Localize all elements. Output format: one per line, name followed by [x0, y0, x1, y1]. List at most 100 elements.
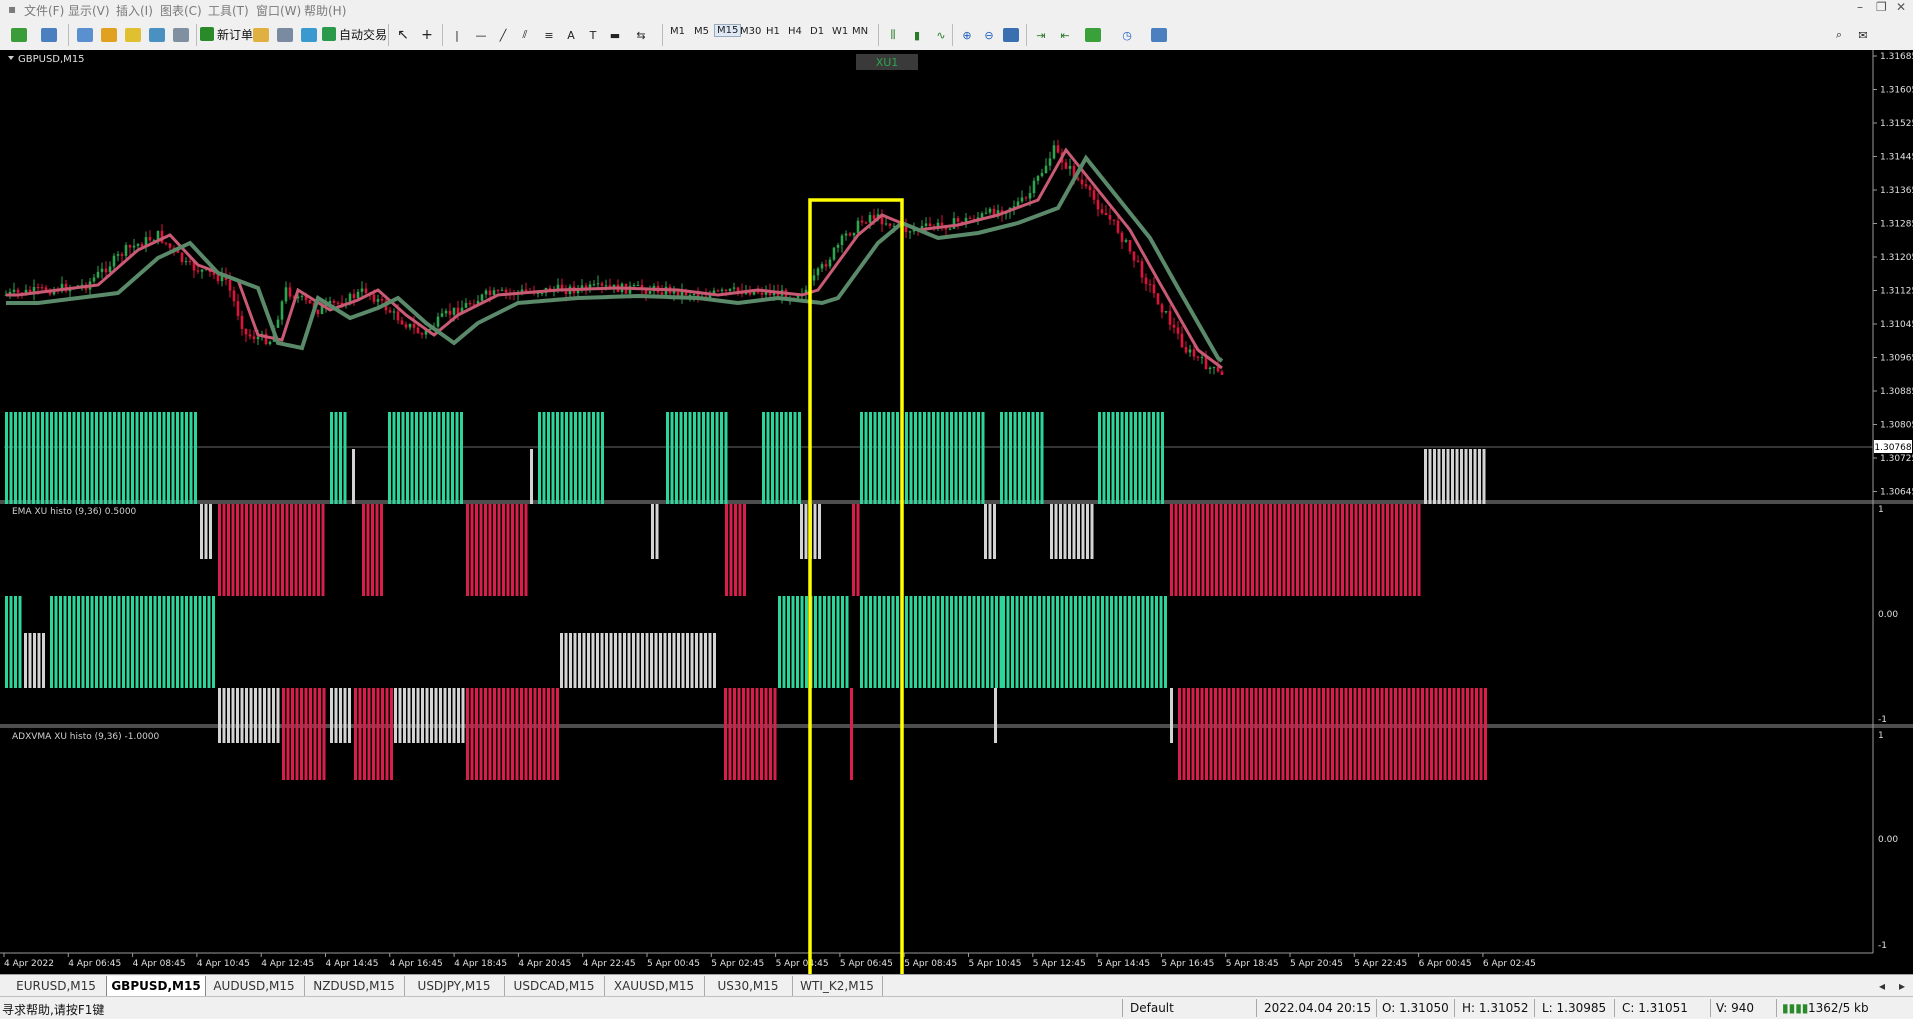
channel-icon[interactable]: ⫽: [514, 24, 536, 46]
signals-icon[interactable]: [274, 24, 296, 46]
histogram-bar: [1341, 504, 1344, 596]
fibonacci-icon[interactable]: ≡: [538, 24, 560, 46]
menu-insert[interactable]: 插入(I): [116, 2, 153, 19]
histogram-bar: [618, 633, 622, 688]
histogram-bar: [439, 688, 442, 743]
close-icon[interactable]: ✕: [1896, 0, 1906, 14]
chart-canvas[interactable]: 1.31685 1.31605 1.31525 1.31445 1.31365 1.312…: [0, 50, 1913, 1019]
histogram-bar: [596, 412, 600, 504]
histogram-bar: [1245, 688, 1249, 780]
zoom-in-icon[interactable]: ⊕: [956, 24, 978, 46]
histogram-bar: [684, 412, 687, 504]
histogram-bar: [1002, 596, 1005, 688]
strategy-tester-icon[interactable]: [170, 24, 192, 46]
histogram-bar: [1224, 504, 1227, 596]
new-chart-icon[interactable]: [8, 24, 30, 46]
histogram-bar: [1425, 688, 1429, 780]
navigator-icon[interactable]: [98, 24, 120, 46]
histogram-bar: [313, 688, 317, 780]
histogram-bar: [1313, 688, 1316, 780]
histogram-bar: [818, 504, 821, 559]
text-icon[interactable]: A: [560, 24, 582, 46]
tf-w1[interactable]: W1: [832, 26, 848, 37]
tf-m15[interactable]: M15: [714, 24, 742, 37]
candle-body: [288, 287, 292, 297]
text-label-icon[interactable]: T: [582, 24, 604, 46]
histogram-bar: [171, 412, 175, 504]
symbol-tabs: EURUSD,M15 GBPUSD,M15 AUDUSD,M15 NZDUSD,…: [0, 974, 1913, 997]
terminal-icon[interactable]: [146, 24, 168, 46]
histogram-bar: [1174, 504, 1178, 596]
auto-trading-button[interactable]: 自动交易: [322, 24, 387, 44]
tile-windows-icon[interactable]: [1000, 24, 1022, 46]
menu-file[interactable]: 文件(F): [24, 2, 64, 19]
tf-m5[interactable]: M5: [694, 26, 709, 37]
histogram-bar: [793, 412, 797, 504]
histogram-bar: [506, 688, 510, 780]
tf-h1[interactable]: H1: [766, 26, 780, 37]
tf-m1[interactable]: M1: [670, 26, 685, 37]
indicators-icon[interactable]: [1082, 24, 1104, 46]
histogram-bar: [981, 412, 985, 504]
histogram-bar: [14, 596, 17, 688]
zoom-out-icon[interactable]: ⊖: [978, 24, 1000, 46]
templates-icon[interactable]: [1148, 24, 1170, 46]
tab-gbpusd[interactable]: GBPUSD,M15: [106, 976, 206, 997]
tab-eurusd[interactable]: EURUSD,M15: [6, 976, 107, 996]
bar-chart-icon[interactable]: ⫼: [882, 24, 904, 46]
tab-us30[interactable]: US30,M15: [704, 976, 793, 996]
time-tick-label: 6 Apr 02:45: [1483, 959, 1536, 969]
data-window-icon[interactable]: [122, 24, 144, 46]
tabs-scroll-right-icon[interactable]: ▸: [1892, 976, 1912, 996]
tf-d1[interactable]: D1: [810, 26, 824, 37]
crosshair-icon[interactable]: +: [416, 24, 438, 46]
menu-view[interactable]: 显示(V): [68, 2, 110, 19]
new-order-button[interactable]: 新订单: [200, 24, 253, 44]
horizontal-line-icon[interactable]: —: [470, 24, 492, 46]
tabs-scroll-left-icon[interactable]: ◂: [1872, 976, 1892, 996]
line-chart-icon[interactable]: ∿: [930, 24, 952, 46]
tab-xauusd[interactable]: XAUUSD,M15: [604, 976, 705, 996]
tf-h4[interactable]: H4: [788, 26, 802, 37]
candle-body: [436, 316, 440, 327]
histogram-bar: [1443, 688, 1447, 780]
chart-window[interactable]: 1.31685 1.31605 1.31525 1.31445 1.31365 1.312…: [0, 50, 1913, 1019]
search-icon[interactable]: ⌕: [1828, 24, 1850, 46]
app-icon[interactable]: ▪: [8, 2, 16, 16]
cursor-icon[interactable]: ↖: [392, 24, 414, 46]
histogram-bar: [1161, 412, 1164, 504]
histogram-bar: [1389, 688, 1393, 780]
tf-m30[interactable]: M30: [740, 26, 761, 37]
histogram-bar: [896, 412, 899, 504]
restore-icon[interactable]: ❐: [1876, 0, 1887, 14]
tab-usdcad[interactable]: USDCAD,M15: [504, 976, 605, 996]
profiles-icon[interactable]: [38, 24, 60, 46]
menu-window[interactable]: 窗口(W): [256, 2, 301, 19]
minimize-icon[interactable]: –: [1857, 0, 1863, 14]
vertical-line-icon[interactable]: |: [446, 24, 468, 46]
auto-scroll-icon[interactable]: ⇥: [1030, 24, 1052, 46]
menu-tools[interactable]: 工具(T): [208, 2, 249, 19]
periods-icon[interactable]: ◷: [1116, 24, 1138, 46]
tf-mn[interactable]: MN: [852, 26, 868, 37]
tab-audusd[interactable]: AUDUSD,M15: [204, 976, 305, 996]
candlestick-icon[interactable]: ▮: [906, 24, 928, 46]
market-watch-icon[interactable]: [74, 24, 96, 46]
histogram-bar: [728, 688, 732, 780]
menu-charts[interactable]: 图表(C): [160, 2, 202, 19]
trendline-icon[interactable]: ╱: [492, 24, 514, 46]
histogram-bar: [773, 688, 777, 780]
community-icon[interactable]: [298, 24, 320, 46]
histogram-bar: [5, 596, 8, 688]
histogram-bar: [804, 504, 808, 559]
tab-usdjpy[interactable]: USDJPY,M15: [404, 976, 505, 996]
chat-icon[interactable]: ✉: [1852, 24, 1874, 46]
object-label-xu1[interactable]: XU1: [876, 56, 899, 69]
metaeditor-icon[interactable]: [250, 24, 272, 46]
menu-help[interactable]: 帮助(H): [304, 2, 346, 19]
tab-nzdusd[interactable]: NZDUSD,M15: [304, 976, 405, 996]
chart-shift-icon[interactable]: ⇤: [1054, 24, 1076, 46]
shapes-icon[interactable]: ▬: [604, 24, 626, 46]
arrows-icon[interactable]: ⇆: [630, 24, 652, 46]
tab-wti[interactable]: WTI_K2,M15: [792, 976, 883, 996]
